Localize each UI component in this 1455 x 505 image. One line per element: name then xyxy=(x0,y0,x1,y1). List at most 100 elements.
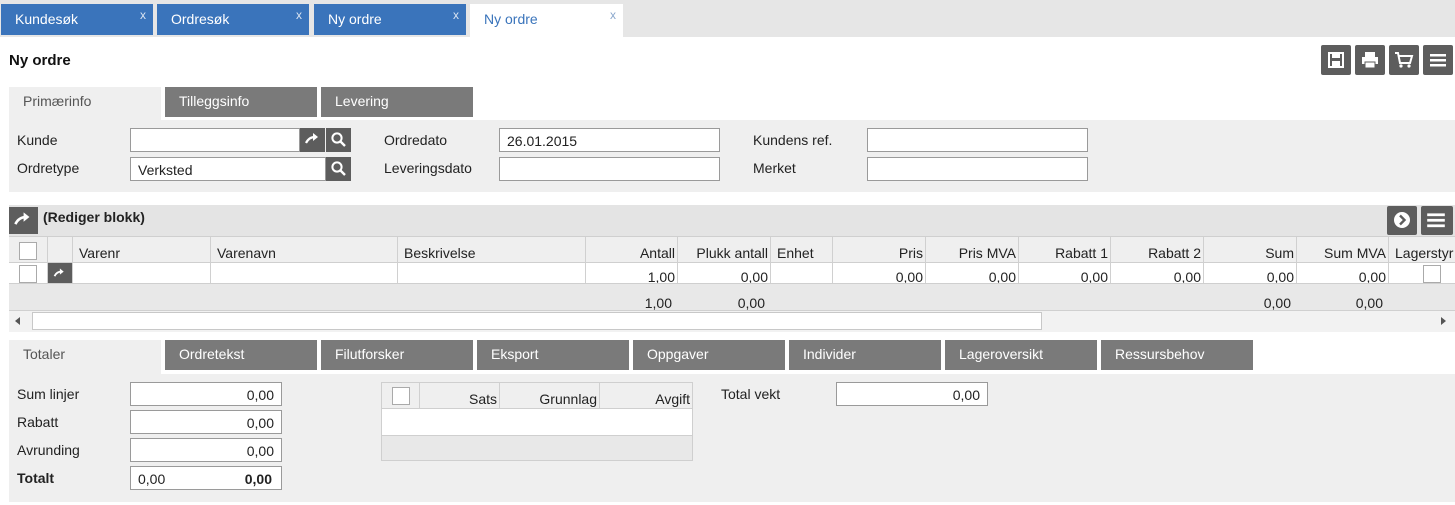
scroll-thumb[interactable] xyxy=(32,312,1042,330)
col-grunnlag[interactable]: Grunnlag xyxy=(500,383,600,409)
tab-individer[interactable]: Individer xyxy=(789,340,941,370)
sum-linjer-field: 0,00 xyxy=(130,382,282,406)
rabatt-field[interactable]: 0,00 xyxy=(130,410,282,434)
col-beskrivelse[interactable]: Beskrivelse xyxy=(398,237,586,263)
tab-label: Filutforsker xyxy=(335,346,405,362)
close-icon[interactable]: x xyxy=(610,8,616,22)
col-plukk-antall[interactable]: Plukk antall xyxy=(678,237,771,263)
kunde-input[interactable] xyxy=(130,128,300,152)
col-enhet[interactable]: Enhet xyxy=(771,237,833,263)
grid-next-button[interactable] xyxy=(1387,206,1417,235)
edit-block-button[interactable] xyxy=(9,207,38,234)
close-icon[interactable]: x xyxy=(296,8,302,22)
col-antall[interactable]: Antall xyxy=(586,237,678,263)
cell-pris[interactable]: 0,00 xyxy=(833,263,926,283)
table-row[interactable]: 1,00 0,00 0,00 0,00 0,00 0,00 0,00 0,00 xyxy=(9,263,1455,284)
cell-sum-mva[interactable]: 0,00 xyxy=(1297,263,1389,283)
tax-grid-header: Sats Grunnlag Avgift xyxy=(382,383,692,409)
tab-ressursbehov[interactable]: Ressursbehov xyxy=(1101,340,1253,370)
tab-primaerinfo[interactable]: Primærinfo xyxy=(9,87,161,121)
col-varenavn[interactable]: Varenavn xyxy=(211,237,398,263)
close-icon[interactable]: x xyxy=(140,8,146,22)
arrow-right-icon xyxy=(305,133,318,144)
tab-kundesok[interactable]: Kundesøk x xyxy=(1,4,153,35)
avrunding-label: Avrunding xyxy=(17,442,80,458)
col-varenr[interactable]: Varenr xyxy=(73,237,211,263)
col-sum[interactable]: Sum xyxy=(1204,237,1297,263)
scroll-left-icon[interactable] xyxy=(13,316,23,326)
avrunding-field[interactable]: 0,00 xyxy=(130,438,282,462)
row-goto-button[interactable] xyxy=(48,263,73,283)
hamburger-icon xyxy=(1430,54,1446,67)
merket-label: Merket xyxy=(753,160,796,176)
select-all-checkbox[interactable] xyxy=(19,242,37,260)
ordredato-input[interactable]: 26.01.2015 xyxy=(499,128,720,152)
tab-lageroversikt[interactable]: Lageroversikt xyxy=(945,340,1097,370)
row-action-column xyxy=(48,237,73,263)
save-button[interactable] xyxy=(1321,45,1351,75)
kundens-ref-input[interactable] xyxy=(867,128,1088,152)
total-sum: 0,00 xyxy=(1263,295,1291,311)
tab-ordresok[interactable]: Ordresøk x xyxy=(157,4,309,35)
tab-oppgaver[interactable]: Oppgaver xyxy=(633,340,785,370)
merket-input[interactable] xyxy=(867,157,1088,181)
cell-varenavn[interactable] xyxy=(211,263,398,283)
tab-filutforsker[interactable]: Filutforsker xyxy=(321,340,473,370)
col-sats[interactable]: Sats xyxy=(420,383,500,409)
leveringsdato-input[interactable] xyxy=(499,157,720,181)
cell-antall[interactable]: 1,00 xyxy=(586,263,678,283)
kunde-goto-button[interactable] xyxy=(300,128,325,152)
tab-ny-ordre-active[interactable]: Ny ordre x xyxy=(470,4,623,37)
tab-label: Oppgaver xyxy=(647,346,709,362)
tab-label: Primærinfo xyxy=(23,93,92,109)
cell-beskrivelse[interactable] xyxy=(398,263,586,283)
ordretype-search-button[interactable] xyxy=(326,157,351,181)
col-rabatt-2[interactable]: Rabatt 2 xyxy=(1111,237,1204,263)
cart-icon xyxy=(1395,52,1414,68)
chevron-circle-right-icon xyxy=(1394,212,1410,228)
menu-button[interactable] xyxy=(1423,45,1453,75)
close-icon[interactable]: x xyxy=(453,8,459,22)
tab-ny-ordre-1[interactable]: Ny ordre x xyxy=(314,4,466,35)
cart-button[interactable] xyxy=(1389,45,1419,75)
totalt-left-value: 0,00 xyxy=(138,471,166,487)
cell-sum[interactable]: 0,00 xyxy=(1204,263,1297,283)
tab-levering[interactable]: Levering xyxy=(321,87,473,117)
col-sum-mva[interactable]: Sum MVA xyxy=(1297,237,1389,263)
tab-eksport[interactable]: Eksport xyxy=(477,340,629,370)
scroll-right-icon[interactable] xyxy=(1438,316,1448,326)
tab-label: Tilleggsinfo xyxy=(179,93,250,109)
totalt-field: 0,00 0,00 xyxy=(130,466,282,490)
print-button[interactable] xyxy=(1355,45,1385,75)
grid-menu-button[interactable] xyxy=(1421,206,1453,235)
row-checkbox[interactable] xyxy=(19,265,37,283)
cell-varenr[interactable] xyxy=(73,263,211,283)
cell-plukk-antall[interactable]: 0,00 xyxy=(678,263,771,283)
horizontal-scrollbar[interactable] xyxy=(9,310,1455,332)
save-icon xyxy=(1328,52,1344,68)
col-lagerstyrt[interactable]: Lagerstyr xyxy=(1389,237,1455,263)
total-plukk-antall: 0,00 xyxy=(737,295,765,311)
cell-enhet[interactable] xyxy=(771,263,833,283)
col-pris[interactable]: Pris xyxy=(833,237,926,263)
order-lines-column-headers: Varenr Varenavn Beskrivelse Antall Plukk… xyxy=(9,236,1455,263)
printer-icon xyxy=(1362,52,1378,69)
col-pris-mva[interactable]: Pris MVA xyxy=(926,237,1019,263)
ordretype-label: Ordretype xyxy=(17,160,80,176)
tab-totaler[interactable]: Totaler xyxy=(9,340,161,374)
total-vekt-field: 0,00 xyxy=(836,382,988,406)
cell-rabatt-2[interactable]: 0,00 xyxy=(1111,263,1204,283)
tab-label: Ny ordre xyxy=(484,11,538,27)
kunde-search-button[interactable] xyxy=(326,128,351,152)
col-rabatt-1[interactable]: Rabatt 1 xyxy=(1019,237,1111,263)
cell-pris-mva[interactable]: 0,00 xyxy=(926,263,1019,283)
ordretype-input[interactable]: Verksted xyxy=(130,157,326,181)
tab-ordretekst[interactable]: Ordretekst xyxy=(165,340,317,370)
tab-tilleggsinfo[interactable]: Tilleggsinfo xyxy=(165,87,317,117)
tax-select-all-checkbox[interactable] xyxy=(392,387,410,405)
leveringsdato-label: Leveringsdato xyxy=(384,160,472,176)
cell-rabatt-1[interactable]: 0,00 xyxy=(1019,263,1111,283)
col-avgift[interactable]: Avgift xyxy=(600,383,692,409)
order-lines-totals: 1,00 0,00 0,00 0,00 xyxy=(9,284,1455,311)
lagerstyrt-checkbox[interactable] xyxy=(1423,265,1441,283)
